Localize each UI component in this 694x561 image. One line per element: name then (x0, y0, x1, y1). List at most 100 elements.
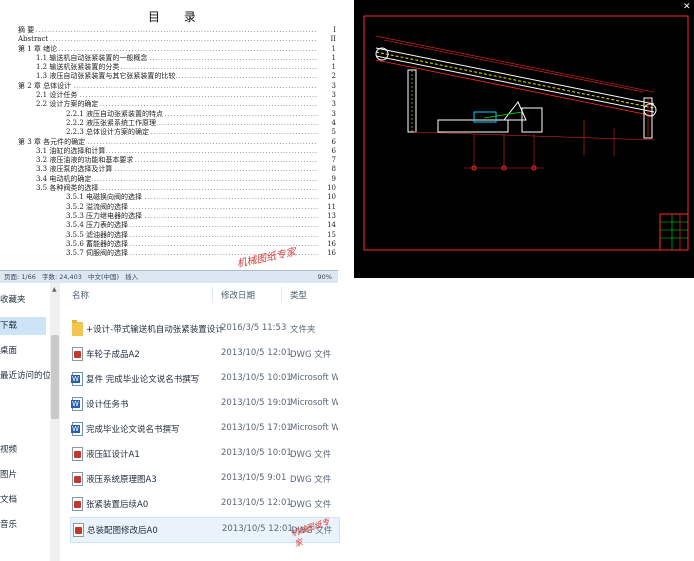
toc-entry[interactable]: ........................................… (0, 53, 338, 64)
toc-entry[interactable]: ........................................… (0, 44, 338, 54)
toc-entry[interactable]: ........................................… (0, 230, 338, 240)
conveyor-assembly (375, 35, 657, 171)
nav-item-pictures[interactable]: 图片 (0, 466, 17, 484)
toc-entry[interactable]: ........................................… (0, 202, 338, 212)
file-type: 文件夹 (290, 325, 316, 335)
dwg-file-icon (73, 523, 84, 537)
toc-entry[interactable]: ........................................… (0, 91, 338, 101)
toc-entry[interactable]: ........................................… (0, 137, 338, 147)
cad-drawing-viewer[interactable]: ✕ (354, 0, 694, 278)
cad-title-block (659, 213, 689, 251)
toc-entry[interactable]: ........................................… (0, 81, 338, 92)
toc-entry-page: 11 (326, 202, 336, 212)
toc-entry-page: 14 (326, 221, 336, 231)
toc-entry[interactable]: ........................................… (0, 118, 338, 129)
toc-entry-title: 2.1 设计任务 (36, 91, 79, 101)
nav-item-recent-places[interactable]: 最近访问的位置 (0, 367, 50, 385)
toc-entry-title: 2.2 设计方案的确定 (36, 100, 100, 110)
scrollbar-thumb[interactable] (51, 335, 59, 419)
toc-entry[interactable]: ........................................… (0, 221, 338, 231)
word-file-icon (71, 422, 83, 436)
toc-entry[interactable]: ........................................… (0, 211, 338, 222)
toc-entry-page: 5 (330, 128, 336, 138)
toc-entry-page: 3 (330, 91, 336, 101)
status-insert-mode[interactable]: 插入 (125, 273, 138, 281)
nav-scrollbar[interactable]: ▲ (50, 283, 60, 561)
toc-entry-title: 3.5.5 滤油器的选择 (66, 230, 130, 240)
toc-entry[interactable]: ........................................… (0, 72, 338, 82)
toc-entry-title: 第 3 章 各元件的确定 (18, 137, 87, 147)
file-row[interactable]: 复件 完成毕业论文说名书撰写 2013/10/5 10:01Microsoft W… (70, 367, 338, 391)
toc-entry-page: 8 (330, 165, 336, 175)
folder-icon (72, 320, 83, 336)
toc-entry[interactable]: ........................................… (0, 165, 338, 175)
toc-leader-dots: ........................................… (18, 27, 318, 34)
file-name: +设计-带式输送机自动张紧装置设计 (86, 325, 224, 335)
toc-entry[interactable]: ........................................… (0, 174, 338, 185)
toc-entry[interactable]: ........................................… (0, 193, 338, 203)
column-header-type[interactable]: 类型 (290, 289, 307, 301)
toc-entry-title: 3.5.2 溢流阀的选择 (66, 202, 130, 212)
toc-entry[interactable]: ........................................… (0, 184, 338, 194)
nav-item-desktop[interactable]: 桌面 (0, 342, 17, 360)
file-modified-date: 2013/10/5 12:01 (222, 524, 293, 534)
file-row[interactable]: 液压缸设计A1 2013/10/5 10:01 DWG 文件 (70, 442, 338, 466)
toc-entry-page: 6 (330, 137, 336, 147)
toc-entry-page: 4 (330, 118, 336, 129)
nav-item-favorites[interactable]: 收藏夹 (0, 291, 26, 309)
column-header-name[interactable]: 名称 (72, 289, 89, 301)
status-page-count[interactable]: 页面: 1/66 (4, 273, 36, 281)
file-modified-date: 2013/10/5 9:01 (221, 473, 287, 483)
file-modified-date: 2013/10/5 12:01 (221, 498, 292, 508)
word-document-page: 目 录 ....................................… (0, 0, 338, 270)
toc-entry-page: 1 (330, 63, 336, 73)
column-header-date[interactable]: 修改日期 (221, 289, 255, 301)
toc-entry-title: 第 2 章 总体设计 (18, 81, 73, 92)
nav-item-videos[interactable]: 视频 (0, 441, 17, 459)
nav-item-music[interactable]: 音乐 (0, 516, 17, 534)
toc-entry[interactable]: ........................................… (0, 146, 338, 157)
file-name: 总装配图修改后A0 (87, 526, 158, 536)
file-row[interactable]: 车轮子成品A2 2013/10/5 12:01 DWG 文件 (70, 342, 338, 366)
word-file-icon (71, 372, 83, 386)
toc-entry-page: 3 (330, 100, 336, 110)
scroll-up-icon[interactable]: ▲ (52, 286, 57, 293)
toc-leader-dots: ........................................… (18, 45, 318, 53)
navigation-pane: 收藏夹 下载 桌面 最近访问的位置 视频 图片 文档 音乐 (0, 283, 51, 561)
nav-item-documents[interactable]: 文档 (0, 491, 17, 509)
column-divider[interactable] (281, 287, 282, 303)
file-name: 设计任务书 (86, 400, 129, 410)
toc-leader-dots: ........................................… (18, 36, 318, 44)
toc-entry-page: 16 (326, 249, 336, 259)
nav-item-downloads[interactable]: 下载 (0, 317, 46, 335)
file-modified-date: 2016/3/5 11:53 (221, 323, 287, 333)
toc-entry-title: 2.2.2 液压张紧系统工作原理 (66, 118, 158, 129)
toc-entry-page: I (332, 26, 336, 36)
file-row[interactable]: 张紧装置后续A0 2013/10/5 12:01 DWG 文件 (70, 492, 338, 516)
file-row[interactable]: 设计任务书 2013/10/5 19:01Microsoft Wo (70, 392, 338, 416)
status-language[interactable]: 中文(中国) (88, 273, 119, 281)
toc-entry-title: 3.5 各种阀类的选择 (36, 184, 100, 194)
file-row[interactable]: +设计-带式输送机自动张紧装置设计 2016/3/5 11:53 文件夹 (70, 317, 338, 341)
close-icon[interactable]: ✕ (683, 3, 691, 12)
toc-entry-title: 3.4 电动机的确定 (36, 174, 93, 185)
toc-entry[interactable]: ........................................… (0, 26, 338, 36)
toc-entry-title: Abstract (18, 35, 50, 45)
dwg-file-icon (72, 472, 83, 486)
file-name: 完成毕业论文说名书撰写 (86, 425, 180, 435)
file-row[interactable]: 液压系统原理图A3 2013/10/5 9:01 DWG 文件 (70, 467, 338, 491)
status-word-count[interactable]: 字数: 24,403 (42, 273, 82, 281)
toc-title: 目 录 (148, 10, 206, 24)
toc-entry-page: 10 (326, 193, 336, 203)
column-divider[interactable] (212, 287, 213, 303)
file-type: Microsoft Wo (290, 373, 338, 383)
toc-entry-title: 3.5.4 压力表的选择 (66, 221, 130, 231)
toc-entry-title: 摘 要 (18, 26, 36, 36)
toc-entry-page: II (329, 35, 336, 45)
toc-entry[interactable]: ........................................… (0, 109, 338, 119)
file-row[interactable]: 完成毕业论文说名书撰写 2013/10/5 17:01Microsoft Wo (70, 417, 338, 441)
file-type: DWG 文件 (290, 450, 332, 460)
toc-entry[interactable]: ........................................… (0, 100, 338, 110)
toc-entry[interactable]: ........................................… (0, 35, 338, 45)
toc-entry[interactable]: ........................................… (0, 128, 338, 138)
